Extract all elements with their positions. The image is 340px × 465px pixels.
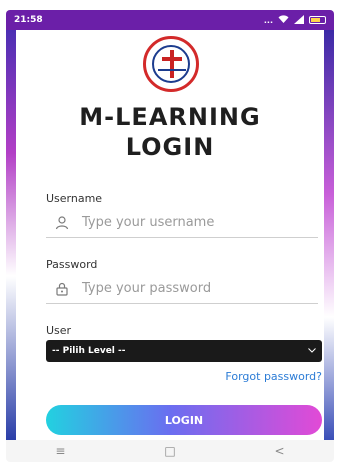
background-right-decoration <box>324 30 334 440</box>
phone-screen: 21:58 ... M-LEARNING LOGIN Username Type… <box>6 10 334 462</box>
lock-icon <box>52 279 72 299</box>
menu-icon[interactable]: ≡ <box>55 444 65 458</box>
android-nav-bar: ≡ □ < <box>6 440 334 462</box>
title-line-2: LOGIN <box>125 133 215 161</box>
password-input[interactable]: Type your password <box>82 281 211 296</box>
user-level-label: User <box>46 324 72 337</box>
user-level-select[interactable]: -- Pilih Level -- <box>46 340 322 362</box>
battery-icon <box>309 16 326 24</box>
home-icon[interactable]: □ <box>164 444 175 458</box>
login-button[interactable]: LOGIN <box>46 405 322 435</box>
background-left-decoration <box>6 30 16 440</box>
user-level-selected: -- Pilih Level -- <box>52 346 126 356</box>
signal-icon <box>294 14 304 26</box>
logo-book-icon <box>158 69 186 77</box>
user-icon <box>52 213 72 233</box>
username-input[interactable]: Type your username <box>82 215 214 230</box>
status-icons: ... <box>263 14 326 26</box>
password-label: Password <box>46 258 98 271</box>
status-time: 21:58 <box>14 15 43 25</box>
status-bar: 21:58 ... <box>6 10 334 30</box>
forgot-password-link[interactable]: Forgot password? <box>225 370 322 383</box>
back-icon[interactable]: < <box>275 444 285 458</box>
username-field[interactable]: Type your username <box>46 208 318 238</box>
chevron-down-icon <box>308 346 316 356</box>
school-logo <box>143 36 199 92</box>
wifi-icon <box>278 14 289 26</box>
notification-dots-icon: ... <box>263 15 273 25</box>
page-title: M-LEARNING LOGIN <box>16 102 324 162</box>
logo-emblem <box>152 45 190 83</box>
username-label: Username <box>46 192 103 205</box>
login-card: M-LEARNING LOGIN Username Type your user… <box>16 30 324 440</box>
title-line-1: M-LEARNING <box>79 103 261 131</box>
password-field[interactable]: Type your password <box>46 274 318 304</box>
